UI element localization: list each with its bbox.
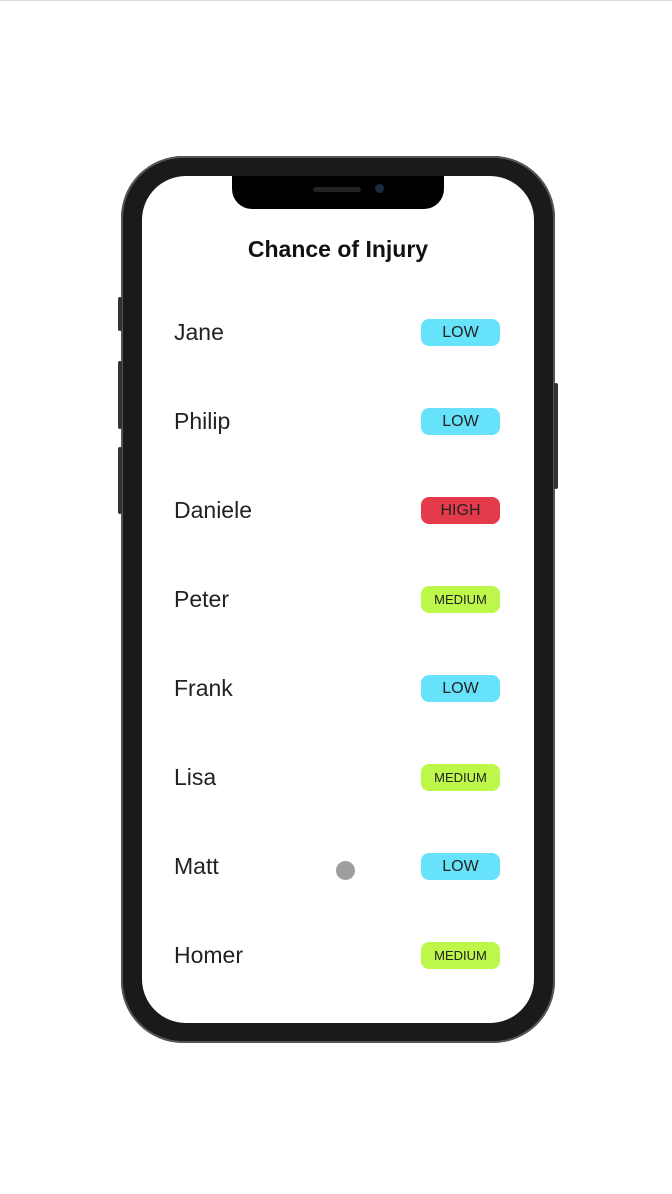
player-name: Frank bbox=[174, 675, 233, 701]
speaker bbox=[313, 187, 361, 192]
player-name: Lisa bbox=[174, 764, 217, 790]
touch-indicator bbox=[336, 861, 355, 880]
risk-badge: MEDIUM bbox=[421, 764, 500, 791]
volume-up-button bbox=[118, 361, 122, 429]
list-item[interactable]: Daniele HIGH bbox=[174, 495, 500, 525]
list-item[interactable]: Peter MEDIUM bbox=[174, 584, 500, 614]
player-name: Matt bbox=[174, 853, 219, 879]
list-item[interactable]: Frank LOW bbox=[174, 673, 500, 703]
list-item[interactable]: Jane LOW bbox=[174, 317, 500, 347]
player-name: Jane bbox=[174, 319, 224, 345]
power-button bbox=[554, 383, 558, 489]
phone-screen: Chance of Injury Jane LOW Philip LOW Daniele… bbox=[142, 176, 534, 1023]
player-name: Peter bbox=[174, 586, 229, 612]
risk-badge: MEDIUM bbox=[421, 586, 500, 613]
player-name: Homer bbox=[174, 942, 244, 968]
camera-icon bbox=[375, 184, 384, 193]
risk-badge: LOW bbox=[421, 675, 500, 702]
player-name: Daniele bbox=[174, 497, 252, 523]
notch bbox=[232, 176, 444, 209]
page-title: Chance of Injury bbox=[247, 236, 429, 262]
mute-switch bbox=[118, 297, 122, 331]
list-item[interactable]: Homer MEDIUM bbox=[174, 940, 500, 970]
list-item[interactable]: Lisa MEDIUM bbox=[174, 762, 500, 792]
risk-badge: MEDIUM bbox=[421, 942, 500, 969]
player-name: Philip bbox=[174, 408, 231, 434]
volume-down-button bbox=[118, 447, 122, 514]
risk-badge: LOW bbox=[421, 408, 500, 435]
risk-badge: LOW bbox=[421, 853, 500, 880]
list-item[interactable]: Philip LOW bbox=[174, 406, 500, 436]
risk-badge: HIGH bbox=[421, 497, 500, 524]
risk-badge: LOW bbox=[421, 319, 500, 346]
